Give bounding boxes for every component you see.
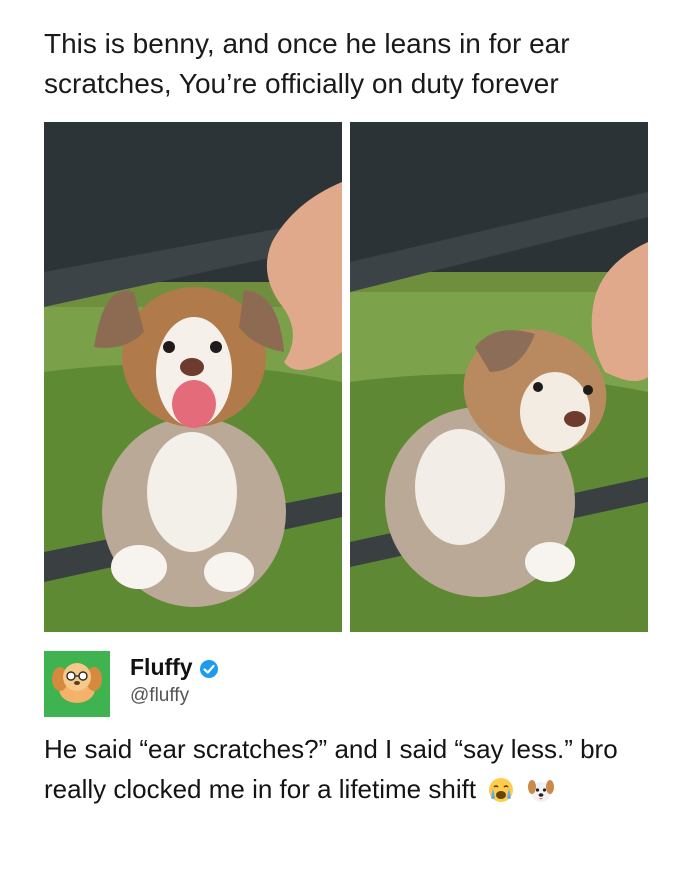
- author-handle[interactable]: @fluffy: [130, 685, 189, 707]
- caption-text: This is benny, and once he leans in for …: [44, 28, 570, 99]
- dog-face-icon: [527, 775, 555, 803]
- crying-face-icon: [487, 775, 515, 803]
- verified-badge-icon: [199, 658, 219, 678]
- photo-collage: [44, 122, 648, 632]
- puppy-photo-left: [44, 122, 342, 632]
- post-text: He said “ear scratches?” and I said “say…: [44, 729, 644, 809]
- social-post: Fluffy @fluffy He said “ear scratches?” …: [44, 651, 664, 861]
- author-name[interactable]: Fluffy: [130, 654, 219, 681]
- puppy-photo-right: [350, 122, 648, 632]
- author-name-label[interactable]: Fluffy: [130, 654, 193, 681]
- dog-avatar-icon[interactable]: [44, 651, 110, 717]
